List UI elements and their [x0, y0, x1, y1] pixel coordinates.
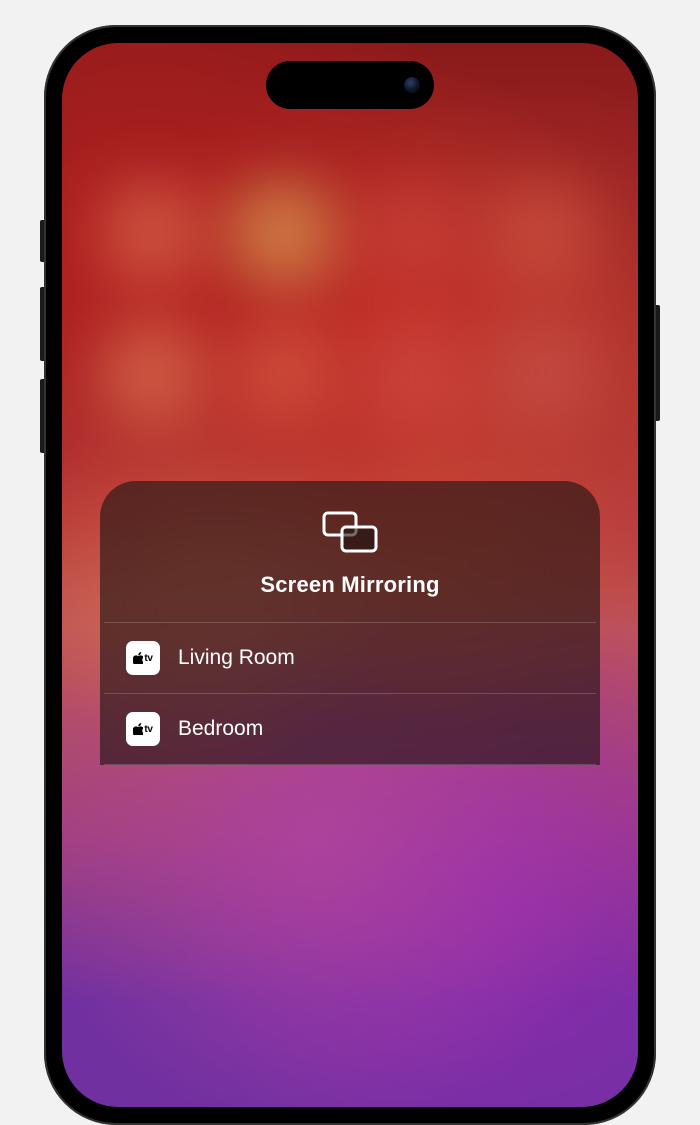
sheet-title: Screen Mirroring: [260, 572, 439, 598]
volume-up-button[interactable]: [40, 287, 44, 361]
apple-tv-icon: tv: [126, 712, 160, 746]
front-camera-icon: [404, 77, 420, 93]
ring-silent-switch[interactable]: [40, 220, 44, 262]
device-row-bedroom[interactable]: tv Bedroom: [104, 693, 596, 765]
device-list: tv Living Room tv Bedroom: [100, 622, 600, 765]
device-row-living-room[interactable]: tv Living Room: [104, 622, 596, 693]
iphone-frame: Screen Mirroring tv Living Room: [44, 25, 656, 1125]
sheet-header: Screen Mirroring: [100, 511, 600, 622]
screen-mirroring-icon: [322, 511, 378, 558]
device-label: Living Room: [178, 646, 295, 670]
phone-screen: Screen Mirroring tv Living Room: [62, 43, 638, 1107]
device-label: Bedroom: [178, 717, 263, 741]
screen-mirroring-sheet: Screen Mirroring tv Living Room: [100, 481, 600, 765]
volume-down-button[interactable]: [40, 379, 44, 453]
apple-tv-icon: tv: [126, 641, 160, 675]
dynamic-island[interactable]: [266, 61, 434, 109]
apple-tv-label: tv: [144, 653, 152, 664]
apple-tv-label: tv: [144, 724, 152, 735]
side-power-button[interactable]: [656, 305, 660, 421]
